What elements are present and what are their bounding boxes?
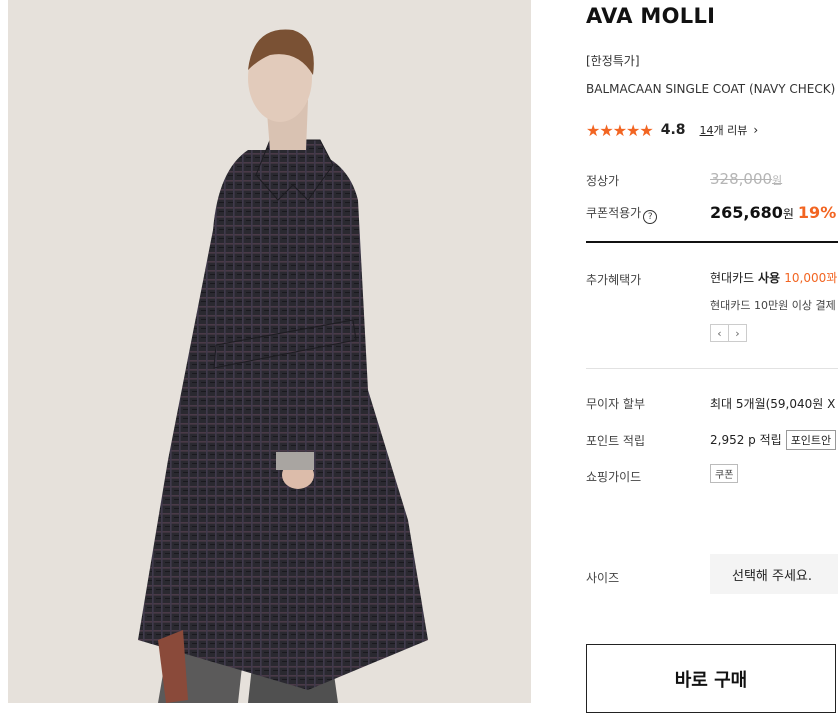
sale-price: 265,680원 19% bbox=[710, 203, 836, 222]
card-benefit-note: 현대카드 10만원 이상 결제 bbox=[710, 299, 836, 312]
review-suffix: 개 리뷰 bbox=[713, 124, 748, 137]
coupon-price-label: 쿠폰적용가? bbox=[586, 204, 658, 224]
benefits-label: 추가혜택가 bbox=[586, 273, 642, 287]
points-label: 포인트 적립 bbox=[586, 434, 646, 448]
buy-now-button[interactable]: 바로 구매 bbox=[586, 644, 836, 713]
size-label: 사이즈 bbox=[586, 571, 620, 585]
regular-price-label: 정상가 bbox=[586, 174, 620, 188]
product-photo-illustration bbox=[138, 29, 428, 703]
points-info-button[interactable]: 포인트안 bbox=[785, 430, 837, 450]
installment-label: 무이자 할부 bbox=[586, 397, 646, 411]
review-count: 14 bbox=[699, 123, 714, 137]
product-image bbox=[8, 0, 531, 703]
discount-rate: 19% bbox=[797, 203, 837, 222]
coupon-price-label-text: 쿠폰적용가 bbox=[586, 206, 642, 220]
coupon-tag[interactable]: 쿠폰 bbox=[710, 464, 739, 483]
rating-score: 4.8 bbox=[660, 122, 686, 138]
sale-price-unit: 원 bbox=[782, 207, 794, 221]
product-info-panel: AVA MOLLI [한정특가] BALMACAAN SINGLE COAT (… bbox=[586, 0, 838, 713]
price-divider bbox=[586, 241, 838, 243]
card-benefit-use: 사용 bbox=[757, 271, 785, 285]
brand-name[interactable]: AVA MOLLI bbox=[586, 4, 715, 28]
chevron-left-icon[interactable]: ‹ bbox=[710, 324, 729, 342]
shopping-guide-label: 쇼핑가이드 bbox=[586, 470, 642, 484]
sale-price-value: 265,680 bbox=[710, 203, 783, 222]
points-amount: 2,952 p 적립 bbox=[710, 433, 782, 447]
chevron-right-icon: › bbox=[753, 123, 759, 137]
points-value: 2,952 p 적립 포인트안 bbox=[710, 430, 837, 450]
size-select[interactable]: 선택해 주세요. bbox=[710, 554, 838, 594]
benefit-pager: ‹ › bbox=[710, 324, 747, 342]
benefit-divider bbox=[586, 368, 838, 369]
installment-value: 최대 5개월(59,040원 X bbox=[710, 397, 836, 411]
card-benefit-prefix: 현대카드 bbox=[710, 271, 758, 285]
rating-row: ★★★★★ 4.8 14 개 리뷰 › bbox=[586, 120, 758, 140]
help-icon[interactable]: ? bbox=[643, 210, 658, 224]
card-benefit-amount: 10,000꽈 bbox=[784, 271, 838, 285]
regular-price-value: 328,000 bbox=[710, 170, 773, 188]
chevron-right-icon[interactable]: › bbox=[728, 324, 747, 342]
regular-price: 328,000원 bbox=[710, 170, 782, 188]
reviews-link[interactable]: 14 개 리뷰 › bbox=[700, 122, 759, 138]
product-name: BALMACAAN SINGLE COAT (NAVY CHECK) bbox=[586, 82, 836, 96]
rating-stars-icon: ★★★★★ bbox=[586, 120, 654, 140]
regular-price-unit: 원 bbox=[772, 174, 783, 187]
promo-tag: [한정특가] bbox=[586, 54, 640, 68]
card-benefit: 현대카드 사용 10,000꽈 bbox=[710, 269, 837, 286]
